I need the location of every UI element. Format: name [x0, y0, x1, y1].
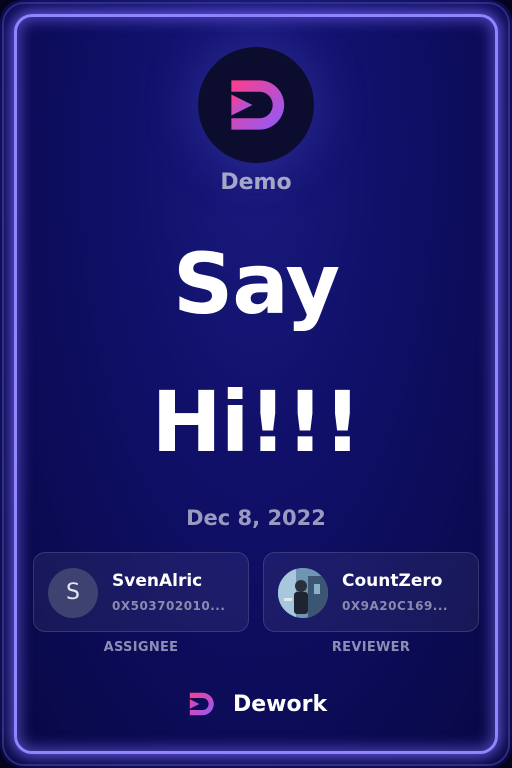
org-name: Demo — [220, 170, 292, 195]
user-photo-avatar-icon — [278, 568, 328, 618]
dework-logo-icon — [189, 692, 214, 716]
brand-name: Dework — [233, 691, 328, 717]
assignee-card[interactable]: S SvenAlric 0X503702010... — [33, 552, 249, 632]
assignee-name: SvenAlric — [112, 571, 203, 591]
assignee-role-label: ASSIGNEE — [103, 640, 179, 655]
task-title: Say Hi!!! — [151, 235, 361, 471]
assignee-address: 0X503702010... — [112, 599, 226, 613]
reviewer-avatar — [278, 568, 328, 618]
task-date: Dec 8, 2022 — [186, 506, 326, 530]
reviewer-address: 0X9A20C169... — [342, 599, 448, 613]
reviewer-role-label: REVIEWER — [331, 640, 411, 655]
assignee-avatar: S — [48, 568, 98, 618]
reviewer-name: CountZero — [342, 571, 443, 591]
reviewer-card[interactable]: CountZero 0X9A20C169... — [263, 552, 479, 632]
dework-logo-icon — [231, 80, 285, 130]
dework-brand[interactable]: Dework — [181, 684, 327, 724]
task-card: Demo Say Hi!!! Dec 8, 2022 S SvenAlric 0… — [0, 0, 512, 768]
org-logo — [198, 47, 314, 163]
